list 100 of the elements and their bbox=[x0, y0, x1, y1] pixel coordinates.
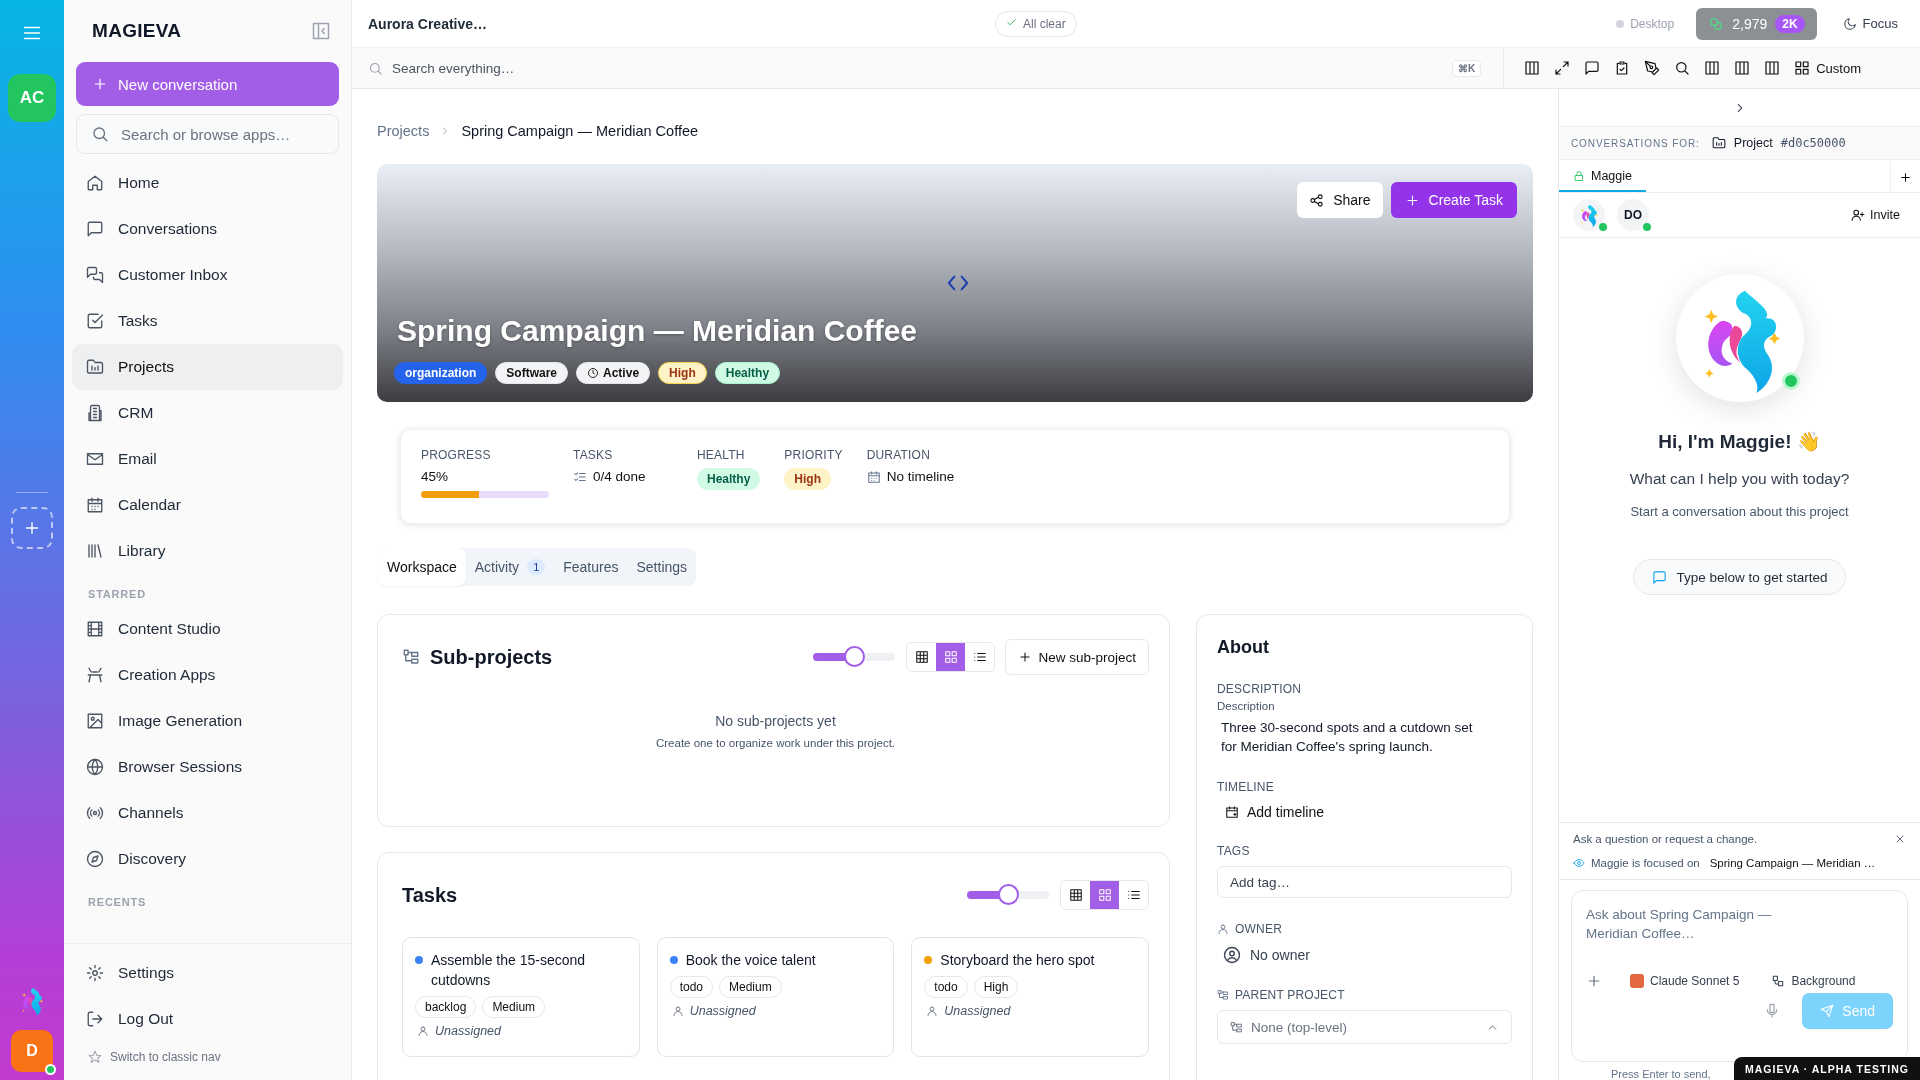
sidebar-item[interactable]: Browser Sessions bbox=[72, 744, 343, 790]
prompt-chip[interactable]: Type below to get started bbox=[1632, 559, 1847, 595]
description-text: Three 30-second spots and a cutdown set for Meridian Coffee's spring launch. bbox=[1221, 719, 1474, 756]
search-field[interactable]: Search or browse apps… bbox=[76, 114, 339, 154]
focus-label: Maggie is focused on bbox=[1591, 857, 1700, 869]
envelope-icon bbox=[86, 450, 104, 468]
stat-label: DURATION bbox=[866, 448, 932, 462]
search-input[interactable]: Search or browse apps… bbox=[119, 124, 324, 144]
share-button[interactable]: Share bbox=[1297, 182, 1383, 218]
columns-icon[interactable] bbox=[1524, 60, 1541, 76]
banner-text: Ask a question or request a change. bbox=[1573, 833, 1758, 845]
plus-icon bbox=[1586, 973, 1602, 989]
section-title: Sub-projects bbox=[430, 645, 553, 669]
columns-icon[interactable] bbox=[1734, 60, 1751, 76]
task-card[interactable]: Book the voice talent todo Medium Unassigned bbox=[656, 937, 895, 1057]
status-pill: All clear bbox=[995, 10, 1077, 37]
search-icon bbox=[91, 125, 109, 143]
breadcrumb-link[interactable]: Projects bbox=[377, 123, 430, 139]
tab[interactable]: Settings bbox=[627, 548, 697, 586]
moon-icon bbox=[1842, 16, 1857, 31]
tag: Active bbox=[576, 362, 651, 384]
credits-button[interactable]: 2,979 2K bbox=[1696, 7, 1817, 40]
stat-label: HEALTH bbox=[697, 448, 746, 462]
chat-bubble-icon[interactable] bbox=[1584, 60, 1601, 76]
sidebar-item[interactable]: Conversations bbox=[72, 206, 343, 252]
tag: organization bbox=[394, 362, 488, 384]
sidebar-item[interactable]: Content Studio bbox=[72, 606, 343, 652]
new-subproject-button[interactable]: New sub-project bbox=[1005, 639, 1149, 675]
pen-icon[interactable] bbox=[1644, 60, 1661, 76]
add-timeline-button[interactable]: Add timeline bbox=[1225, 804, 1325, 820]
parent-project-select[interactable]: None (top-level) bbox=[1217, 1010, 1512, 1044]
context-type: Project bbox=[1733, 136, 1773, 150]
image-icon bbox=[86, 712, 104, 730]
field-label: DESCRIPTION bbox=[1217, 682, 1303, 696]
plus-icon bbox=[23, 519, 41, 537]
workspace-title: Aurora Creative… bbox=[368, 15, 489, 32]
close-icon bbox=[1894, 833, 1906, 845]
list-icon bbox=[972, 650, 987, 664]
tab[interactable]: Activity 1 bbox=[465, 548, 555, 586]
lock-icon bbox=[1573, 170, 1585, 182]
focus-button[interactable]: Focus bbox=[1836, 15, 1904, 32]
expand-icon[interactable] bbox=[1554, 60, 1571, 76]
status-dot bbox=[1616, 19, 1625, 28]
stat-label: PRIORITY bbox=[784, 448, 843, 462]
tag-input[interactable]: Add tag… bbox=[1217, 866, 1512, 898]
columns-icon[interactable] bbox=[1704, 60, 1721, 76]
star-icon bbox=[88, 1050, 102, 1064]
invite-button[interactable]: Invite bbox=[1845, 207, 1906, 223]
new-conversation-button[interactable]: New conversation bbox=[76, 62, 339, 106]
folder-icon bbox=[1711, 136, 1726, 150]
sidebar-item[interactable]: Settings bbox=[72, 950, 343, 996]
task-title: Book the voice talent bbox=[685, 951, 816, 970]
add-workspace-button[interactable] bbox=[11, 507, 53, 549]
breadcrumb-current: Spring Campaign — Meridian Coffee bbox=[461, 123, 699, 139]
books-icon bbox=[86, 542, 104, 560]
empty-text: Create one to organize work under this project. bbox=[654, 737, 897, 749]
project-id: #d0c50000 bbox=[1780, 136, 1846, 150]
chat-tab[interactable]: Maggie bbox=[1559, 162, 1646, 192]
share-icon bbox=[1309, 192, 1325, 208]
sidebar-item[interactable]: Image Generation bbox=[72, 698, 343, 744]
custom-layout-button[interactable]: Custom bbox=[1794, 60, 1862, 76]
columns-icon[interactable] bbox=[1764, 60, 1781, 76]
sidebar-item[interactable]: Customer Inbox bbox=[72, 252, 343, 298]
section-heading: RECENTS bbox=[87, 895, 148, 910]
status-badge: High bbox=[784, 468, 832, 490]
grid-view-button[interactable] bbox=[936, 643, 966, 671]
task-card[interactable]: Assemble the 15-second cutdowns backlog Medium Unassigned bbox=[402, 937, 640, 1057]
search-input[interactable]: Search everything… bbox=[392, 58, 1452, 78]
search-icon[interactable] bbox=[1674, 60, 1691, 76]
sidebar-item[interactable]: Log Out bbox=[72, 996, 343, 1042]
sidebar-item[interactable]: Tasks bbox=[72, 298, 343, 344]
sidebar-item[interactable]: Library bbox=[72, 528, 343, 574]
sidebar-item[interactable]: Discovery bbox=[72, 836, 343, 882]
logout-icon bbox=[86, 1010, 104, 1028]
sidebar-item[interactable]: Home bbox=[72, 160, 343, 206]
nodes-icon bbox=[1771, 974, 1786, 988]
sidebar-item[interactable]: CRM bbox=[72, 390, 343, 436]
check-icon bbox=[1006, 16, 1017, 28]
close-button[interactable] bbox=[1894, 833, 1906, 845]
mode-button[interactable]: Background bbox=[1771, 974, 1856, 988]
plus-icon bbox=[1018, 650, 1033, 664]
model-button[interactable]: Claude Sonnet 5 bbox=[1630, 974, 1740, 988]
create-task-button[interactable]: Create Task bbox=[1390, 182, 1517, 218]
sidebar-item[interactable]: Calendar bbox=[72, 482, 343, 528]
chat-bubble-icon bbox=[1651, 569, 1667, 585]
classic-nav-link[interactable]: Switch to classic nav bbox=[72, 1042, 237, 1072]
plus-icon bbox=[1404, 192, 1420, 208]
tab[interactable]: Features bbox=[554, 548, 628, 586]
plus-icon bbox=[1899, 170, 1912, 184]
stat-value: 45% bbox=[421, 469, 450, 484]
sidebar-item[interactable]: Channels bbox=[72, 790, 343, 836]
calendar-plus-icon bbox=[1225, 805, 1239, 819]
project-title: Spring Campaign — Meridian Coffee bbox=[397, 314, 919, 348]
folder-icon bbox=[86, 358, 104, 376]
sidebar-item[interactable]: Email bbox=[72, 436, 343, 482]
sidebar-item[interactable]: Creation Apps bbox=[72, 652, 343, 698]
tab[interactable]: Workspace bbox=[378, 548, 466, 586]
task-card[interactable]: Storyboard the hero spot todo High Unassigned bbox=[911, 937, 1149, 1057]
field-sublabel: Description bbox=[1217, 700, 1276, 712]
sidebar-item[interactable]: Projects bbox=[72, 344, 343, 390]
